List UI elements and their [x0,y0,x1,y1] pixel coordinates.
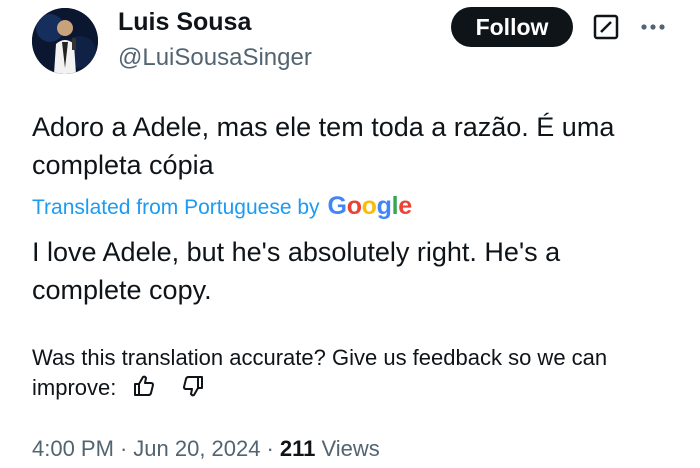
tweet: Luis Sousa @LuiSousaSinger Follow Adoro … [0,0,700,468]
meta-separator: · [119,436,128,461]
feedback-text: Was this translation accurate? Give us f… [32,345,608,400]
avatar[interactable] [32,8,98,74]
views-label: Views [321,436,380,461]
author-handle[interactable]: @LuiSousaSinger [118,44,312,72]
translation-attribution[interactable]: Translated from Portuguese by Google [32,192,413,222]
grok-icon[interactable] [593,14,619,40]
tweet-date[interactable]: Jun 20, 2024 [133,436,260,461]
meta-separator: · [266,436,274,461]
translated-from-label[interactable]: Translated from Portuguese by [32,196,320,220]
author-name[interactable]: Luis Sousa [118,8,251,37]
tweet-original-text: Adoro a Adele, mas ele tem toda a razão.… [32,112,615,180]
google-logo: Google [327,192,413,220]
tweet-meta: 4:00 PM · Jun 20, 2024 · 211 Views [32,436,380,462]
follow-button[interactable]: Follow [451,7,573,47]
views-count: 211 [279,436,316,461]
tweet-time[interactable]: 4:00 PM [32,436,114,461]
thumbs-down-icon[interactable] [181,374,205,398]
thumbs-up-icon[interactable] [132,374,156,398]
translation-feedback: Was this translation accurate? Give us f… [32,343,672,403]
tweet-translation: I love Adele, but he's absolutely right.… [32,237,561,305]
more-icon[interactable] [640,16,666,38]
